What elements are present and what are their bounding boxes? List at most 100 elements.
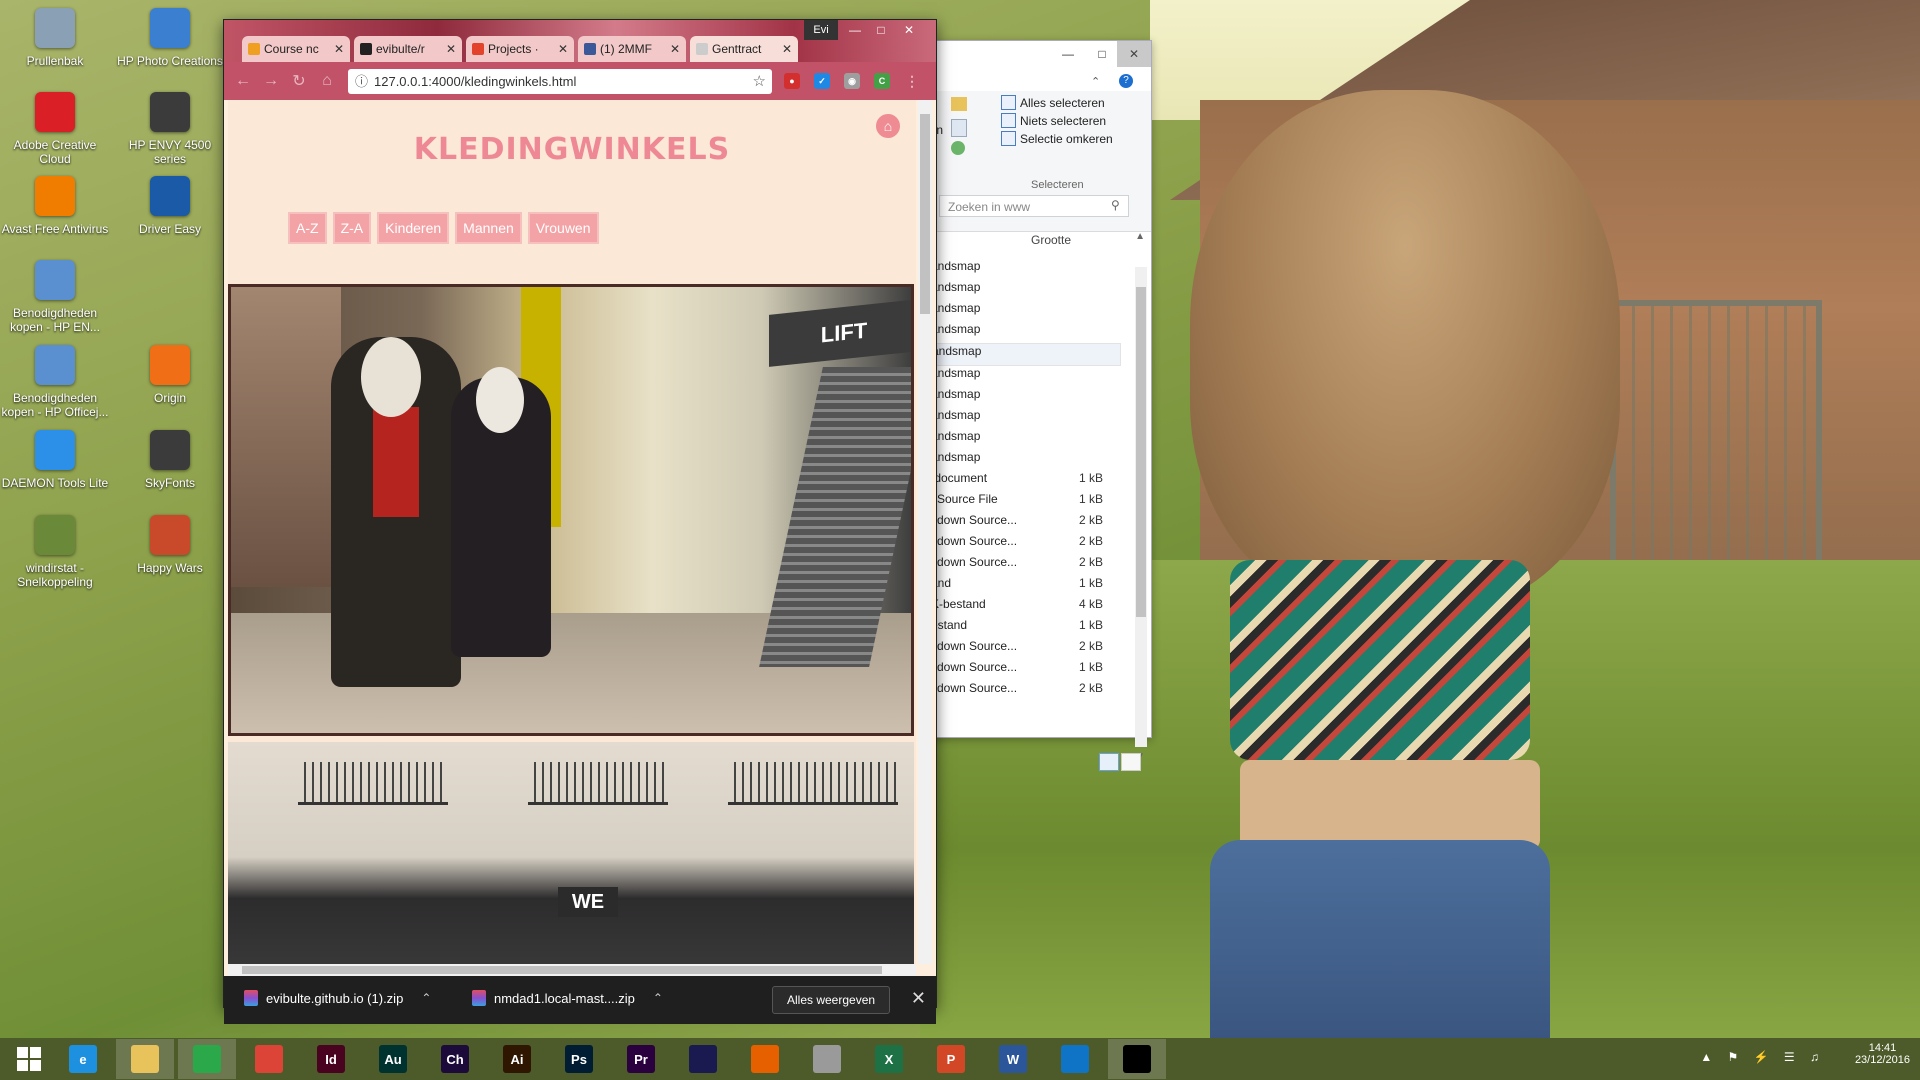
ribbon-collapse-icon[interactable]: ⌃ — [1091, 75, 1100, 88]
taskbar-evernote-button[interactable] — [798, 1039, 856, 1079]
browser-window[interactable]: Course nc ✕ evibulte/r ✕ Projects · ✕ (1) 2… — [223, 19, 937, 1024]
forward-icon[interactable]: → — [260, 70, 282, 92]
page-hscroll-thumb[interactable] — [242, 966, 882, 974]
close-button[interactable]: ✕ — [896, 20, 922, 40]
desktop-icon[interactable]: Happy Wars — [115, 515, 225, 575]
edit-icon[interactable] — [951, 141, 965, 155]
maximize-button[interactable]: □ — [868, 20, 894, 40]
file-row[interactable]: andsmap — [931, 387, 1121, 408]
browser-titlebar[interactable]: Course nc ✕ evibulte/r ✕ Projects · ✕ (1) 2… — [224, 20, 936, 62]
taskbar-store-button[interactable] — [178, 1039, 236, 1079]
clock[interactable]: 14:41 23/12/2016 — [1855, 1042, 1910, 1066]
taskbar-powerpoint-button[interactable]: P — [922, 1039, 980, 1079]
file-row[interactable]: l Source File 1 kB — [931, 492, 1121, 513]
invert-selection-button[interactable]: Selectie omkeren — [1001, 131, 1113, 146]
desktop-icon[interactable]: windirstat - Snelkoppeling — [0, 515, 110, 589]
desktop-icon[interactable]: Avast Free Antivirus — [0, 176, 110, 236]
taskbar-internet-explorer-button[interactable]: e — [54, 1039, 112, 1079]
taskbar-after-effects-button[interactable] — [674, 1039, 732, 1079]
store-photo-facade[interactable]: WE — [228, 742, 914, 964]
desktop-icon[interactable]: Benodigdheden kopen - HP Officej... — [0, 345, 110, 419]
filter-kinderen-button[interactable]: Kinderen — [377, 212, 450, 244]
tab-close-icon[interactable]: ✕ — [558, 36, 568, 62]
menu-icon[interactable]: ⋮ — [904, 73, 920, 89]
file-row[interactable]: andsmap — [931, 343, 1121, 366]
taskbar-firefox-button[interactable] — [736, 1039, 794, 1079]
new-folder-icon[interactable] — [951, 97, 967, 111]
desktop-icon[interactable]: SkyFonts — [115, 430, 225, 490]
desktop-icon[interactable]: DAEMON Tools Lite — [0, 430, 110, 490]
taskbar-premiere-button[interactable]: Pr — [612, 1039, 670, 1079]
column-header-size[interactable]: Grootte — [1031, 233, 1071, 247]
filter-vrouwen-button[interactable]: Vrouwen — [527, 212, 599, 244]
file-row[interactable]: andsmap — [931, 322, 1121, 343]
taskbar-indesign-button[interactable]: Id — [302, 1039, 360, 1079]
taskbar-excel-button[interactable]: X — [860, 1039, 918, 1079]
tab-github[interactable]: evibulte/r ✕ — [354, 36, 462, 62]
adblock-extension-icon[interactable]: ● — [784, 73, 800, 89]
explorer-maximize-button[interactable]: □ — [1085, 41, 1119, 67]
tab-facebook[interactable]: (1) 2MMF ✕ — [578, 36, 686, 62]
page-vertical-scrollbar[interactable] — [918, 100, 932, 964]
help-icon[interactable]: ? — [1119, 74, 1133, 88]
desktop-icon[interactable]: Driver Easy — [115, 176, 225, 236]
cors-extension-icon[interactable]: C — [874, 73, 890, 89]
file-row[interactable]: andsmap — [931, 408, 1121, 429]
filter-a-z-button[interactable]: A-Z — [288, 212, 327, 244]
checkmark-extension-icon[interactable]: ✓ — [814, 73, 830, 89]
filter-mannen-button[interactable]: Mannen — [455, 212, 522, 244]
file-row[interactable]: K-bestand 4 kB — [931, 597, 1121, 618]
explorer-close-button[interactable]: ✕ — [1117, 41, 1151, 67]
select-none-button[interactable]: Niets selecteren — [1001, 113, 1106, 128]
file-row[interactable]: kdown Source... 2 kB — [931, 534, 1121, 555]
show-all-downloads-button[interactable]: Alles weergeven — [772, 986, 891, 1014]
desktop-icon[interactable]: HP Photo Creations — [115, 8, 225, 68]
tab-close-icon[interactable]: ✕ — [782, 36, 792, 62]
file-row[interactable]: andsmap — [931, 450, 1121, 471]
explorer-search-input[interactable]: Zoeken in www — [939, 195, 1129, 217]
minimize-button[interactable]: — — [842, 20, 868, 40]
page-scrollbar-thumb[interactable] — [920, 114, 930, 314]
taskbar-photoshop-button[interactable]: Ps — [550, 1039, 608, 1079]
taskbar-audition-button[interactable]: Au — [364, 1039, 422, 1079]
taskbar-command-prompt-button[interactable] — [1108, 1039, 1166, 1079]
tab-projects[interactable]: Projects · ✕ — [466, 36, 574, 62]
taskbar-illustrator-button[interactable]: Ai — [488, 1039, 546, 1079]
tab-course[interactable]: Course nc ✕ — [242, 36, 350, 62]
desktop-icon[interactable]: Benodigdheden kopen - HP EN... — [0, 260, 110, 334]
start-button[interactable] — [0, 1039, 58, 1079]
tab-close-icon[interactable]: ✕ — [334, 36, 344, 62]
filter-z-a-button[interactable]: Z-A — [332, 212, 372, 244]
file-row[interactable]: kdown Source... 2 kB — [931, 639, 1121, 660]
chevron-up-icon[interactable]: ⌃ — [653, 991, 663, 1005]
explorer-minimize-button[interactable]: — — [1051, 41, 1085, 67]
file-row[interactable]: kdown Source... 1 kB — [931, 660, 1121, 681]
tab-close-icon[interactable]: ✕ — [446, 36, 456, 62]
desktop-icon[interactable]: HP ENVY 4500 series — [115, 92, 225, 166]
file-row[interactable]: andsmap — [931, 301, 1121, 322]
file-explorer-window[interactable]: — □ ✕ ⌃ ? pen en Alles selecteren Niets … — [920, 40, 1152, 771]
explorer-scrollbar-thumb[interactable] — [1136, 287, 1146, 617]
back-icon[interactable]: ← — [232, 70, 254, 92]
taskbar-chrome-button[interactable] — [240, 1039, 298, 1079]
tab-genttract[interactable]: Genttract ✕ — [690, 36, 798, 62]
desktop-icon[interactable]: Origin — [115, 345, 225, 405]
search-icon[interactable]: ⚲ — [1111, 198, 1120, 212]
large-icons-view-icon[interactable] — [1121, 753, 1141, 771]
file-row[interactable]: estand 1 kB — [931, 618, 1121, 639]
camera-extension-icon[interactable]: ◉ — [844, 73, 860, 89]
download-item[interactable]: nmdad1.local-mast....zip ⌃ — [472, 990, 663, 1006]
properties-icon[interactable] — [951, 119, 967, 137]
file-row[interactable]: andsmap — [931, 366, 1121, 387]
select-all-button[interactable]: Alles selecteren — [1001, 95, 1105, 110]
address-bar[interactable]: ⓘ 127.0.0.1:4000/kledingwinkels.html ☆ — [348, 69, 772, 94]
taskbar-word-button[interactable]: W — [984, 1039, 1042, 1079]
explorer-scrollbar[interactable] — [1135, 267, 1147, 747]
file-row[interactable]: kdown Source... 2 kB — [931, 513, 1121, 534]
chevron-up-icon[interactable]: ⌃ — [421, 991, 431, 1005]
taskbar-character-animator-button[interactable]: Ch — [426, 1039, 484, 1079]
file-row[interactable]: andsmap — [931, 259, 1121, 280]
file-row[interactable]: kdown Source... 2 kB — [931, 555, 1121, 576]
taskbar-visual-studio-button[interactable] — [1046, 1039, 1104, 1079]
file-row[interactable]: tdocument 1 kB — [931, 471, 1121, 492]
